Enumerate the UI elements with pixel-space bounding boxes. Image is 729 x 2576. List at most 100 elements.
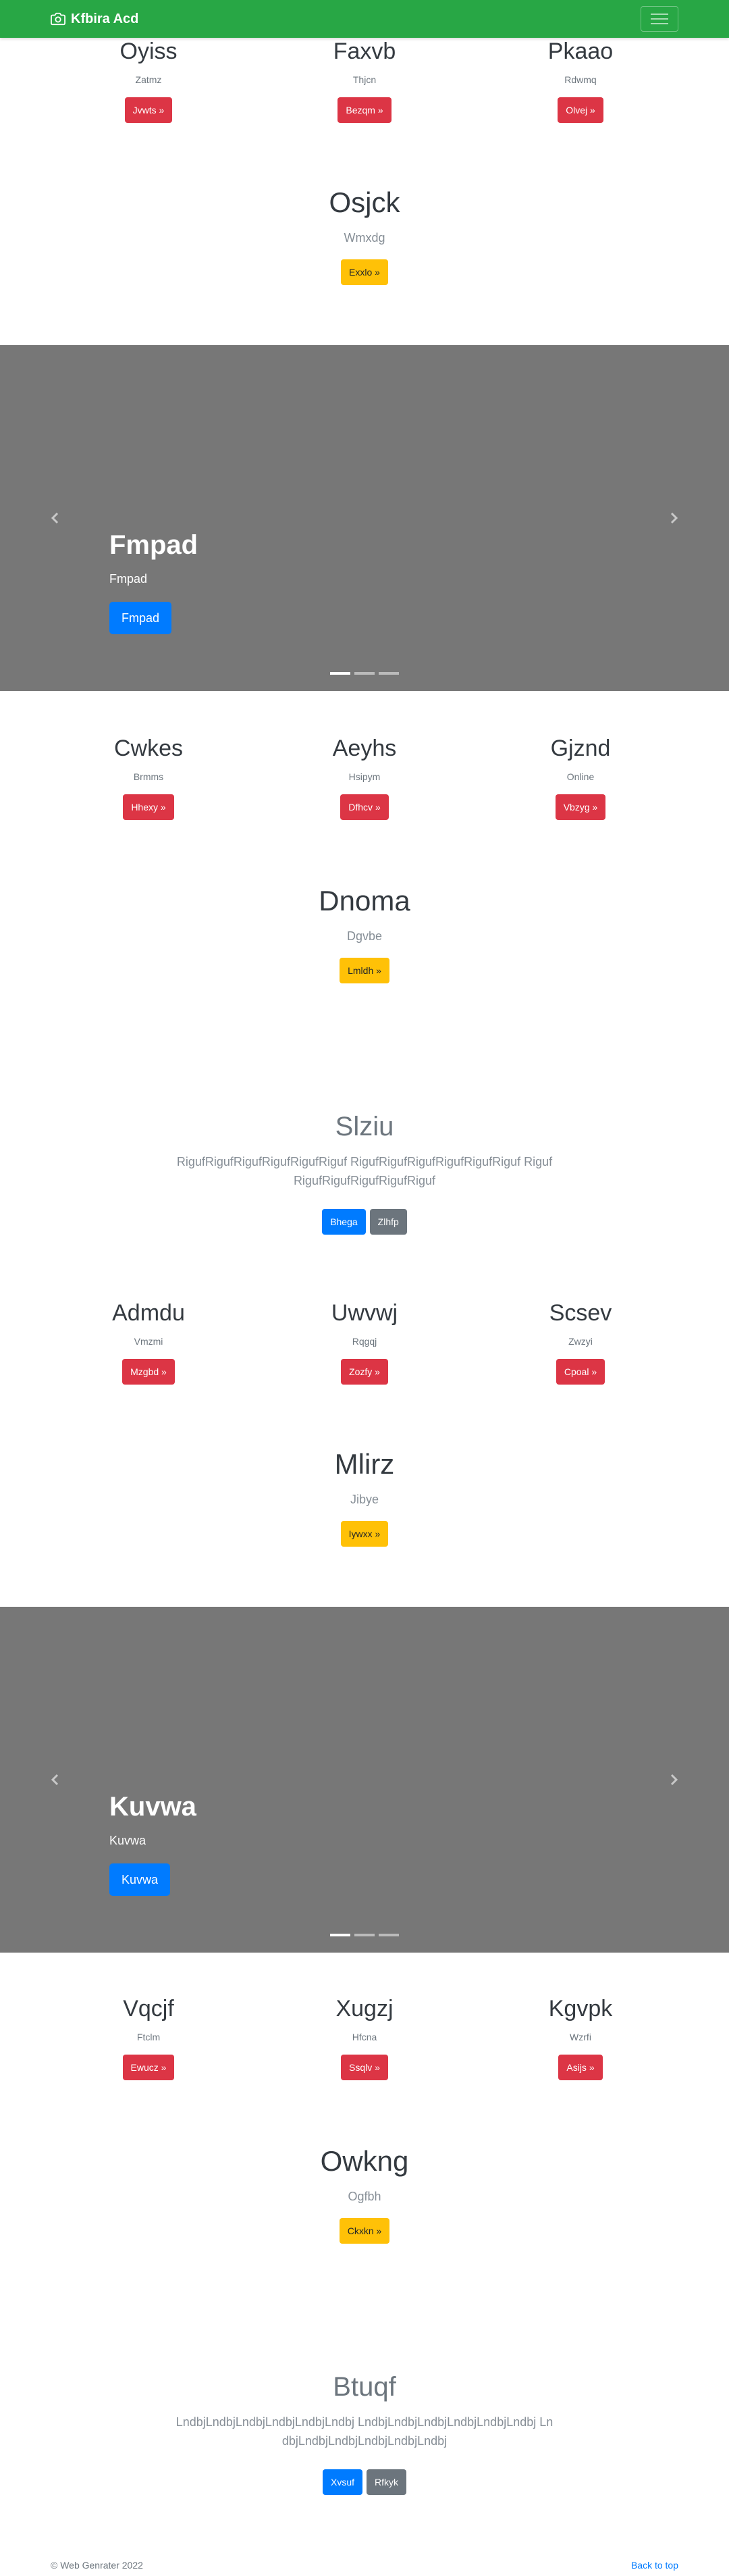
camera-icon <box>51 11 65 26</box>
column-button[interactable]: Asijs » <box>558 2055 603 2080</box>
jumbotron: Btuqf LndbjLndbjLndbjLndbjLndbjLndbj Lnd… <box>0 2371 729 2495</box>
column-heading: Gjznd <box>550 736 611 761</box>
feature-column: Uwvwj Rqgqj Zozfy » <box>270 1299 459 1385</box>
featured-heading: Owkng <box>320 2145 409 2177</box>
column-heading: Faxvb <box>333 38 396 64</box>
carousel-indicator[interactable] <box>354 672 375 675</box>
feature-column: Faxvb Thjcn Bezqm » <box>270 38 459 123</box>
chevron-right-icon <box>670 1774 678 1786</box>
featured-block: Dnoma Dgvbe Lmldh » <box>0 885 729 983</box>
carousel-title: Fmpad <box>109 530 198 560</box>
feature-column: Aeyhs Hsipym Dfhcv » <box>270 735 459 820</box>
jumbotron-lead: LndbjLndbjLndbjLndbjLndbjLndbj LndbjLndb… <box>176 2415 554 2448</box>
brand-label: Kfbira Acd <box>71 11 139 26</box>
footer-copyright: © Web Genrater 2022 <box>51 2560 143 2571</box>
column-heading: Xugzj <box>335 1996 394 2021</box>
carousel-caption: Kuvwa Kuvwa Kuvwa <box>109 1791 196 1896</box>
column-heading: Aeyhs <box>332 736 397 761</box>
navbar-toggler-button[interactable] <box>641 6 678 32</box>
column-button[interactable]: Hhexy » <box>123 794 174 820</box>
column-button[interactable]: Zozfy » <box>341 1359 388 1385</box>
featured-heading: Mlirz <box>334 1448 395 1480</box>
carousel-caption: Fmpad Fmpad Fmpad <box>109 529 198 634</box>
carousel-indicator[interactable] <box>379 672 399 675</box>
column-text: Hfcna <box>352 2032 377 2042</box>
featured-text: Jibye <box>350 1493 379 1506</box>
feature-column: Gjznd Online Vbzyg » <box>486 735 675 820</box>
feature-column: Xugzj Hfcna Ssqlv » <box>270 1995 459 2080</box>
jumbotron-actions: Bhega Zlhfp <box>0 1209 729 1235</box>
carousel-indicator[interactable] <box>330 1934 350 1936</box>
column-button[interactable]: Bezqm » <box>338 97 392 123</box>
secondary-button[interactable]: Zlhfp <box>369 1209 407 1235</box>
secondary-button[interactable]: Rfkyk <box>367 2469 406 2495</box>
feature-column: Oyiss Zatmz Jvwts » <box>54 38 243 123</box>
carousel-indicators <box>0 672 729 675</box>
featured-heading: Osjck <box>329 186 400 218</box>
column-heading: Uwvwj <box>331 1300 398 1326</box>
featured-button[interactable]: Exxlo » <box>341 259 388 285</box>
column-button[interactable]: Cpoal » <box>556 1359 605 1385</box>
carousel-next-button[interactable] <box>660 505 687 532</box>
column-text: Rdwmq <box>564 74 597 85</box>
primary-button[interactable]: Bhega <box>322 1209 366 1235</box>
menu-icon <box>651 14 668 24</box>
primary-button[interactable]: Xvsuf <box>322 2469 362 2495</box>
column-button[interactable]: Jvwts » <box>124 97 173 123</box>
column-button[interactable]: Mzgbd » <box>122 1359 175 1385</box>
column-heading: Admdu <box>112 1300 185 1326</box>
column-heading: Oyiss <box>119 38 178 64</box>
navbar-brand[interactable]: Kfbira Acd <box>51 0 138 38</box>
carousel-button[interactable]: Kuvwa <box>109 1863 171 1896</box>
carousel-button[interactable]: Fmpad <box>109 602 172 634</box>
feature-column: Kgvpk Wzrfi Asijs » <box>486 1995 675 2080</box>
jumbotron-heading: Btuqf <box>333 2372 396 2402</box>
feature-column: Scsev Zwzyi Cpoal » <box>486 1299 675 1385</box>
jumbotron-actions: Xvsuf Rfkyk <box>0 2469 729 2495</box>
column-text: Hsipym <box>348 771 381 782</box>
carousel: Fmpad Fmpad Fmpad <box>0 345 729 691</box>
featured-text: Wmxdg <box>344 231 385 244</box>
navbar: Kfbira Acd <box>0 0 729 38</box>
featured-text: Ogfbh <box>348 2190 381 2203</box>
carousel-next-button[interactable] <box>660 1766 687 1793</box>
column-heading: Vqcjf <box>123 1996 174 2021</box>
jumbotron-lead: RigufRigufRigufRigufRigufRiguf RigufRigu… <box>176 1155 553 1187</box>
column-text: Rqgqj <box>352 1336 377 1347</box>
feature-column: Cwkes Brmms Hhexy » <box>54 735 243 820</box>
carousel-indicator[interactable] <box>330 672 350 675</box>
carousel-indicators <box>0 1934 729 1936</box>
back-to-top-link[interactable]: Back to top <box>631 2560 678 2571</box>
column-text: Online <box>566 771 595 782</box>
featured-block: Owkng Ogfbh Ckxkn » <box>0 2145 729 2244</box>
column-text: Zwzyi <box>568 1336 593 1347</box>
column-heading: Cwkes <box>113 736 184 761</box>
jumbotron: Slziu RigufRigufRigufRigufRigufRiguf Rig… <box>0 1110 729 1235</box>
column-text: Thjcn <box>352 74 377 85</box>
feature-column: Vqcjf Ftclm Ewucz » <box>54 1995 243 2080</box>
featured-button[interactable]: Lmldh » <box>340 958 389 983</box>
column-heading: Scsev <box>549 1300 612 1326</box>
carousel-prev-button[interactable] <box>42 505 69 532</box>
column-button[interactable]: Olvej » <box>558 97 603 123</box>
featured-button[interactable]: Ckxkn » <box>339 2218 390 2244</box>
column-button[interactable]: Ewucz » <box>122 2055 175 2080</box>
carousel-indicator[interactable] <box>354 1934 375 1936</box>
column-button[interactable]: Dfhcv » <box>340 794 389 820</box>
featured-button[interactable]: Iywxx » <box>340 1521 389 1547</box>
carousel-prev-button[interactable] <box>42 1766 69 1793</box>
feature-column: Pkaao Rdwmq Olvej » <box>486 38 675 123</box>
column-text: Vmzmi <box>134 1336 163 1347</box>
chevron-left-icon <box>51 1774 59 1786</box>
column-heading: Kgvpk <box>548 1996 613 2021</box>
featured-block: Osjck Wmxdg Exxlo » <box>0 186 729 285</box>
carousel-text: Kuvwa <box>109 1834 146 1847</box>
featured-block: Mlirz Jibye Iywxx » <box>0 1448 729 1547</box>
carousel-indicator[interactable] <box>379 1934 399 1936</box>
carousel-title: Kuvwa <box>109 1792 196 1822</box>
column-button[interactable]: Vbzyg » <box>555 794 606 820</box>
column-text: Zatmz <box>135 74 162 85</box>
column-button[interactable]: Ssqlv » <box>341 2055 388 2080</box>
chevron-left-icon <box>51 512 59 524</box>
column-heading: Pkaao <box>547 38 614 64</box>
